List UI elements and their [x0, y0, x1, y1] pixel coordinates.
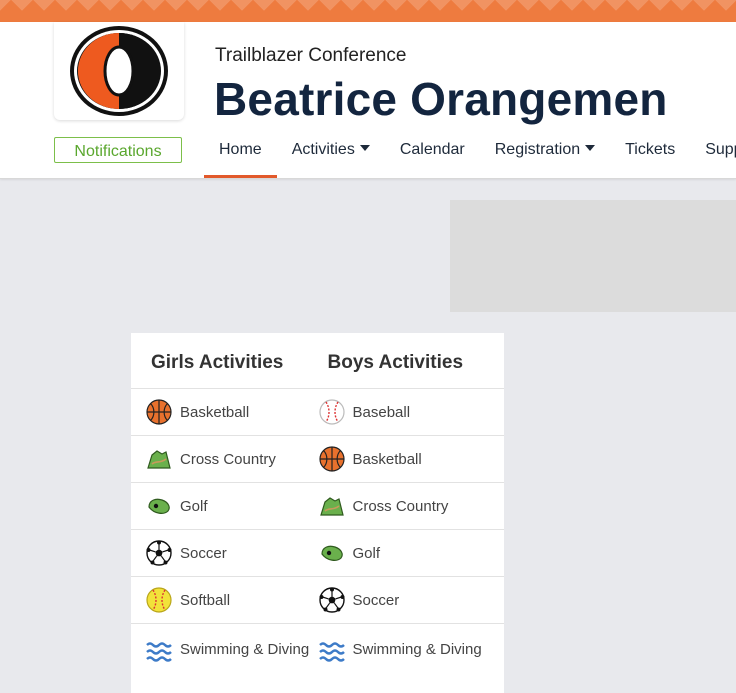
- conference-name: Trailblazer Conference: [215, 45, 407, 66]
- activities-panel: Girls Activities Boys Activities Basketb…: [131, 333, 504, 693]
- chevron-down-icon: [585, 145, 596, 151]
- nav-registration-label: Registration: [494, 141, 581, 158]
- girls-cross-country-link[interactable]: Cross Country: [131, 436, 318, 482]
- basketball-icon: [318, 446, 345, 472]
- girls-activities-title: Girls Activities: [151, 352, 284, 373]
- school-logo[interactable]: [54, 22, 184, 120]
- activity-label: Baseball: [352, 403, 411, 421]
- chevron-down-icon: [359, 145, 370, 151]
- softball-icon: [146, 587, 172, 613]
- activity-label: Soccer: [180, 544, 227, 562]
- activity-label: Basketball: [352, 450, 422, 468]
- top-pattern-band: [0, 0, 736, 22]
- boys-cross-country-link[interactable]: Cross Country: [318, 483, 505, 529]
- activity-label: Golf: [352, 544, 381, 562]
- girls-golf-link[interactable]: Golf: [131, 483, 318, 529]
- girls-soccer-link[interactable]: Soccer: [131, 530, 318, 576]
- table-row: Soccer Golf: [131, 530, 504, 577]
- boys-golf-link[interactable]: Golf: [318, 530, 505, 576]
- notifications-button[interactable]: Notifications: [54, 137, 182, 163]
- nav-home[interactable]: Home: [204, 134, 277, 178]
- boys-baseball-link[interactable]: Baseball: [318, 389, 505, 435]
- site-header: Notifications Trailblazer Conference Bea…: [0, 22, 736, 179]
- activity-label: Softball: [180, 591, 231, 609]
- activities-header: Girls Activities Boys Activities: [131, 333, 504, 389]
- nav-calendar-label: Calendar: [399, 141, 465, 158]
- activity-label: Soccer: [352, 591, 400, 609]
- boys-soccer-link[interactable]: Soccer: [318, 577, 505, 623]
- activity-label: Cross Country: [180, 450, 276, 468]
- golf-icon: [148, 498, 170, 514]
- table-row: Cross Country Basketball: [131, 436, 504, 483]
- table-row: Softball Soccer: [131, 577, 504, 624]
- activity-label: Cross Country: [352, 497, 449, 515]
- boys-basketball-link[interactable]: Basketball: [318, 436, 505, 482]
- boys-activities-title: Boys Activities: [327, 352, 464, 373]
- table-row: Basketball Baseball: [131, 389, 504, 436]
- activity-label: Golf: [180, 497, 208, 515]
- golf-icon: [320, 545, 343, 561]
- nav-registration[interactable]: Registration: [480, 134, 610, 178]
- basketball-icon: [146, 399, 172, 425]
- table-row: Swimming & Diving Swimming & Diving: [131, 624, 504, 693]
- cross-country-icon: [147, 450, 171, 469]
- girls-basketball-link[interactable]: Basketball: [131, 389, 318, 435]
- nav-home-label: Home: [219, 141, 262, 158]
- ad-placeholder: [450, 200, 736, 312]
- soccer-icon: [318, 587, 345, 613]
- nav-activities[interactable]: Activities: [277, 134, 385, 178]
- soccer-icon: [146, 540, 172, 566]
- nav-support[interactable]: Supp: [690, 134, 736, 178]
- main-nav: Home Activities Calendar Registration Ti…: [204, 134, 736, 178]
- baseball-icon: [318, 399, 345, 425]
- school-logo-mark: [70, 26, 168, 116]
- swimming-icon: [318, 642, 345, 662]
- activity-label: Basketball: [180, 403, 250, 421]
- school-name: Beatrice Orangemen: [214, 73, 668, 125]
- cross-country-icon: [319, 497, 344, 516]
- table-row: Golf Cross Country: [131, 483, 504, 530]
- nav-tickets[interactable]: Tickets: [610, 134, 690, 178]
- nav-support-label: Supp: [705, 141, 736, 158]
- nav-tickets-label: Tickets: [625, 141, 676, 158]
- girls-softball-link[interactable]: Softball: [131, 577, 318, 623]
- nav-activities-label: Activities: [291, 141, 355, 158]
- nav-calendar[interactable]: Calendar: [385, 134, 480, 178]
- girls-swimming-link[interactable]: Swimming & Diving: [131, 624, 318, 693]
- swimming-icon: [146, 642, 172, 662]
- boys-swimming-link[interactable]: Swimming & Diving: [318, 624, 505, 693]
